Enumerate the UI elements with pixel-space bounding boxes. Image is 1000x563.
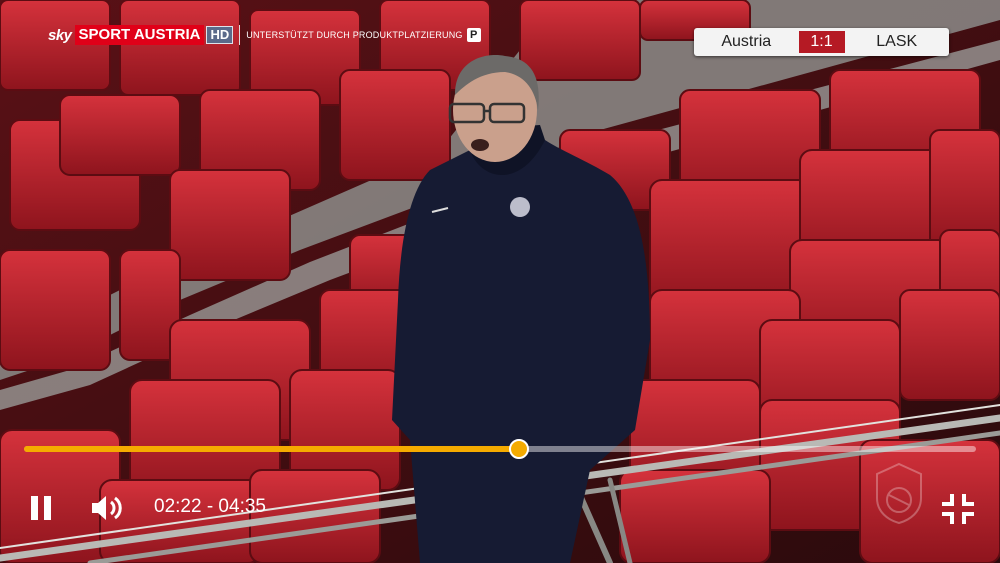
volume-button[interactable] — [90, 493, 128, 523]
volume-icon — [92, 496, 122, 520]
product-placement-notice: UNTERSTÜTZT DURCH PRODUKTPLATZIERUNG — [246, 30, 463, 40]
product-placement-badge: P — [466, 28, 481, 42]
seek-handle[interactable] — [509, 439, 530, 459]
play-pause-button[interactable] — [28, 494, 54, 522]
exit-fullscreen-button[interactable] — [940, 492, 976, 526]
pause-icon — [31, 496, 51, 520]
divider — [239, 25, 241, 45]
exit-fullscreen-icon — [942, 494, 974, 524]
hd-badge: HD — [206, 26, 234, 44]
home-team: Austria — [721, 33, 772, 50]
time-display: 02:22 - 04:35 — [154, 496, 266, 517]
seek-bar-progress — [24, 446, 520, 452]
channel-logo: sky SPORT AUSTRIA HD UNTERSTÜTZT DURCH P… — [48, 25, 481, 45]
channel-name: SPORT AUSTRIA — [74, 25, 205, 45]
score: 1:1 — [798, 31, 845, 53]
scoreboard: Austria 1:1 LASK — [694, 28, 949, 56]
away-team: LASK — [876, 33, 918, 50]
seek-bar[interactable] — [24, 439, 976, 459]
channel-prefix: sky — [48, 26, 72, 44]
player-controls: 02:22 - 04:35 — [0, 430, 1000, 563]
